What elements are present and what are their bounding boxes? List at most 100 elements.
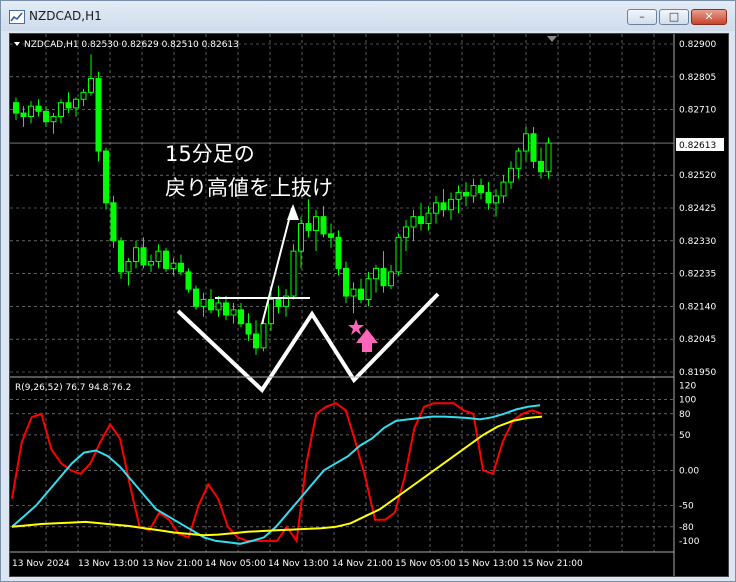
- indicator-tick-label: 80: [679, 410, 691, 420]
- candle-body: [148, 261, 154, 266]
- price-tick-label: 0.82710: [679, 106, 716, 116]
- candle-body: [388, 271, 394, 287]
- candle-body: [478, 185, 484, 193]
- price-tick-label: 0.82045: [679, 335, 716, 345]
- candle-body: [358, 288, 364, 300]
- window-title: NZDCAD,H1: [29, 9, 102, 23]
- candle-body: [530, 133, 537, 162]
- maximize-button[interactable]: □: [659, 9, 689, 25]
- indicator-tick-label: -50: [679, 502, 694, 512]
- chart-header: NZDCAD,H1 0.82530 0.82629 0.82510 0.8261…: [24, 40, 239, 50]
- candle-body: [103, 150, 109, 204]
- price-tick-label: 0.82425: [679, 204, 716, 214]
- candle-body: [110, 202, 117, 242]
- maximize-icon: □: [668, 10, 680, 23]
- candle-body: [238, 309, 244, 325]
- indicator-line: [11, 402, 543, 544]
- candle-body: [380, 267, 387, 287]
- candle-body: [193, 288, 199, 307]
- candle-body: [178, 262, 184, 273]
- candle-body: [268, 298, 274, 325]
- candle-body: [485, 191, 492, 204]
- candle-body: [493, 195, 499, 204]
- candle-body: [545, 142, 552, 173]
- time-tick-label: 13 Nov 13:00: [78, 559, 139, 569]
- candle-body: [215, 302, 222, 311]
- current-price: 0.82613: [679, 141, 716, 151]
- indicator-tick-label: 120: [679, 382, 696, 392]
- candle-body: [133, 247, 139, 263]
- candle-body: [305, 223, 312, 231]
- candle-body: [275, 298, 282, 307]
- candle-body: [95, 78, 102, 152]
- candle-body: [245, 323, 252, 335]
- candle-body: [200, 298, 207, 307]
- candle-body: [328, 233, 334, 238]
- indicator-tick-label: -80: [679, 523, 694, 533]
- candle-body: [448, 198, 454, 211]
- candle-body: [500, 181, 507, 197]
- candle-body: [395, 236, 402, 273]
- candle-body: [223, 302, 229, 316]
- candle-body: [125, 261, 132, 273]
- candle-body: [65, 102, 72, 109]
- candle-body: [350, 288, 357, 297]
- chart-area[interactable]: 0.82900 0.82805 0.82710 0.82520 0.82425 0.823…: [9, 33, 729, 577]
- chart-svg[interactable]: 0.82900 0.82805 0.82710 0.82520 0.82425 0.823…: [10, 34, 728, 576]
- minimize-icon: –: [639, 10, 645, 23]
- candle-body: [185, 271, 192, 290]
- time-tick-label: 14 Nov 21:00: [332, 559, 393, 569]
- candle-body: [365, 278, 372, 300]
- chart-window: NZDCAD,H1 – □ ✕ 0.82900 0.82805 0.82710 0.8…: [0, 0, 736, 582]
- candle-body: [35, 105, 42, 112]
- candle-body: [230, 309, 237, 316]
- candle-body: [523, 133, 529, 152]
- price-tick-label: 0.82140: [679, 302, 716, 312]
- price-tick-label: 0.82805: [679, 73, 716, 83]
- candle-body: [118, 240, 124, 273]
- chart-menu-icon[interactable]: [14, 42, 20, 46]
- candle-body: [43, 110, 49, 123]
- candle-body: [140, 247, 147, 266]
- time-tick-label: 15 Nov 13:00: [458, 559, 519, 569]
- candle-body: [433, 202, 439, 214]
- candle-body: [508, 167, 514, 183]
- candle-body: [425, 212, 432, 225]
- candle-body: [515, 150, 522, 169]
- annotation-line-2: 戻り高値を上抜け: [165, 176, 333, 200]
- candle-body: [538, 160, 544, 173]
- candle-body: [88, 78, 94, 93]
- candle-body: [463, 191, 469, 197]
- time-tick-label: 15 Nov 21:00: [522, 559, 583, 569]
- price-tick-label: 0.82900: [679, 40, 716, 50]
- close-button[interactable]: ✕: [691, 9, 727, 25]
- candle-body: [298, 223, 304, 252]
- time-tick-label: 14 Nov 13:00: [268, 559, 329, 569]
- candle-body: [50, 116, 57, 123]
- close-icon: ✕: [704, 10, 714, 23]
- indicator-tick-label: 100: [679, 396, 696, 406]
- candle-body: [80, 91, 87, 100]
- candle-body: [73, 98, 79, 109]
- indicator-tick-label: 0.00: [679, 466, 699, 476]
- candle-body: [208, 298, 214, 311]
- price-tick-label: 0.82520: [679, 171, 716, 181]
- time-tick-label: 13 Nov 21:00: [142, 559, 203, 569]
- candle-body: [440, 202, 447, 211]
- minimize-button[interactable]: –: [627, 9, 657, 25]
- candle-body: [335, 236, 342, 269]
- candle-body: [170, 262, 177, 269]
- price-tick-label: 0.82235: [679, 270, 716, 280]
- indicator-line: [11, 415, 543, 537]
- indicator-header: R(9,26,52) 76.7 94.8 76.2: [15, 383, 131, 393]
- annotation-arrow-head: [287, 204, 299, 220]
- candle-body: [253, 333, 259, 349]
- candle-body: [163, 250, 169, 269]
- time-tick-label: 13 Nov 2024: [12, 559, 70, 569]
- candle-body: [155, 250, 162, 263]
- chart-window-icon: [9, 10, 25, 24]
- candle-body: [470, 185, 477, 197]
- title-bar[interactable]: NZDCAD,H1 – □ ✕: [1, 1, 735, 31]
- price-tick-label: 0.81950: [679, 368, 716, 378]
- chart-shift-icon[interactable]: [547, 36, 557, 42]
